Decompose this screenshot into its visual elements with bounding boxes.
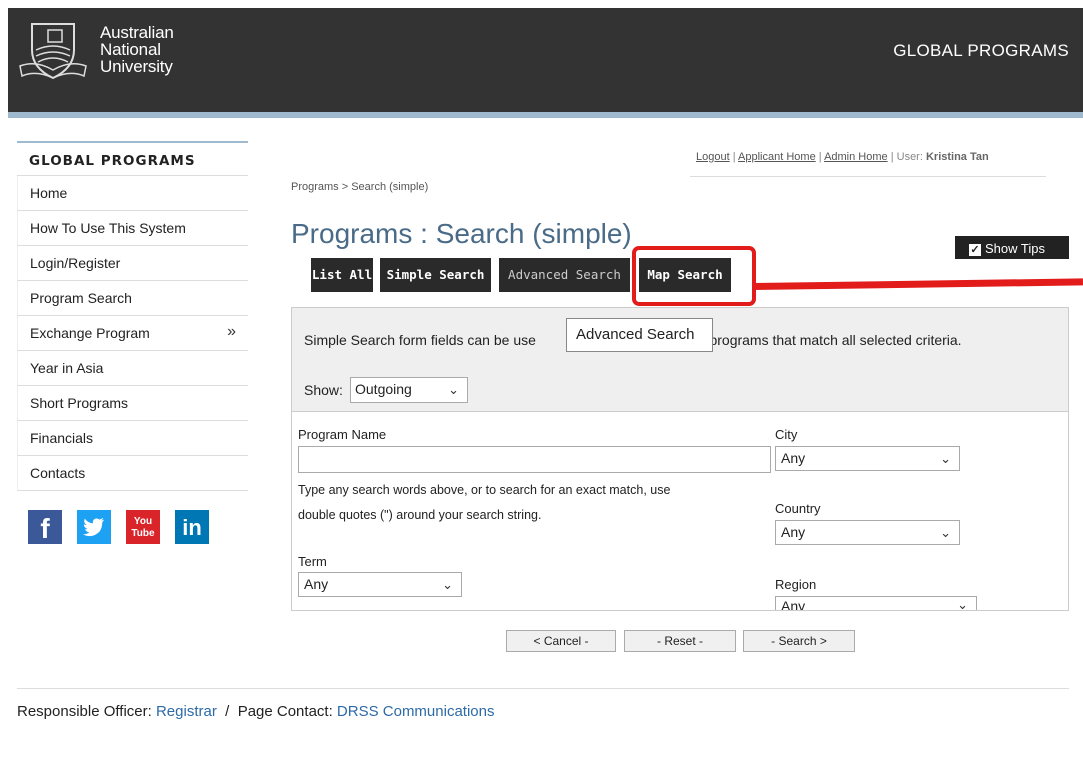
footer: Responsible Officer: Registrar / Page Co…: [17, 703, 495, 720]
breadcrumb: Programs > Search (simple): [291, 181, 429, 193]
cancel-button[interactable]: < Cancel -: [506, 630, 616, 652]
double-chevron-right-icon: »: [227, 323, 236, 340]
chevron-down-icon: ⌄: [957, 597, 968, 610]
sidebar-item-how-to-use[interactable]: How To Use This System: [17, 211, 248, 246]
linkedin-icon[interactable]: in: [175, 510, 209, 544]
social-links: f You Tube in: [28, 510, 224, 544]
country-select[interactable]: Any ⌄: [775, 520, 960, 545]
term-select[interactable]: Any ⌄: [298, 572, 462, 597]
sidebar-item-login-register[interactable]: Login/Register: [17, 246, 248, 281]
search-button[interactable]: - Search >: [743, 630, 855, 652]
program-name-input[interactable]: [298, 446, 771, 473]
page-title: Programs : Search (simple): [291, 218, 632, 249]
chevron-down-icon: ⌄: [442, 577, 453, 592]
tooltip: Advanced Search: [566, 318, 713, 352]
header-stripe: [8, 112, 1083, 118]
sidebar-item-financials[interactable]: Financials: [17, 421, 248, 456]
sidebar-item-short-programs[interactable]: Short Programs: [17, 386, 248, 421]
term-label: Term: [298, 554, 327, 569]
city-label: City: [775, 427, 798, 442]
chevron-down-icon: ⌄: [448, 382, 459, 397]
sidebar-item-program-search[interactable]: Program Search: [17, 281, 248, 316]
tab-list-all[interactable]: List All: [311, 258, 373, 292]
youtube-icon[interactable]: You Tube: [126, 510, 160, 544]
sidebar-title: GLOBAL PROGRAMS: [17, 141, 248, 176]
user-name: Kristina Tan: [925, 151, 989, 163]
sidebar-nav: GLOBAL PROGRAMS Home How To Use This Sys…: [17, 141, 248, 491]
city-select[interactable]: Any ⌄: [775, 446, 960, 471]
sidebar-item-exchange-program[interactable]: Exchange Program»: [17, 316, 248, 351]
region-select[interactable]: Any ⌄: [775, 596, 977, 610]
drss-communications-link[interactable]: DRSS Communications: [337, 703, 495, 720]
footer-divider: [17, 688, 1069, 689]
country-label: Country: [775, 501, 821, 516]
show-select[interactable]: Outgoing ⌄: [350, 377, 468, 403]
account-links: Logout | Applicant Home | Admin Home | U…: [696, 151, 989, 163]
annotation-highlight-box: [632, 246, 756, 306]
site-header: Australian National University GLOBAL PR…: [8, 8, 1083, 112]
chevron-down-icon: ⌄: [940, 451, 951, 466]
tab-advanced-search[interactable]: Advanced Search: [499, 258, 630, 292]
program-name-help: Type any search words above, or to searc…: [298, 483, 671, 522]
logout-link[interactable]: Logout: [696, 151, 730, 163]
user-label: User:: [896, 151, 923, 163]
sidebar-item-contacts[interactable]: Contacts: [17, 456, 248, 491]
sidebar-item-year-in-asia[interactable]: Year in Asia: [17, 351, 248, 386]
divider: [690, 176, 1046, 177]
applicant-home-link[interactable]: Applicant Home: [738, 151, 816, 163]
tab-simple-search[interactable]: Simple Search: [380, 258, 491, 292]
region-label: Region: [775, 577, 817, 592]
show-label: Show:: [304, 382, 343, 398]
registrar-link[interactable]: Registrar: [156, 703, 217, 720]
university-name: Australian National University: [100, 23, 174, 76]
program-name-label: Program Name: [298, 427, 387, 442]
checkbox-checked-icon: ✓: [969, 244, 981, 256]
reset-button[interactable]: - Reset -: [624, 630, 736, 652]
facebook-icon[interactable]: f: [28, 510, 62, 544]
admin-home-link[interactable]: Admin Home: [824, 151, 888, 163]
site-title: GLOBAL PROGRAMS: [893, 41, 1069, 60]
annotation-arrow: [751, 278, 1083, 290]
show-tips-toggle[interactable]: ✓ Show Tips: [955, 236, 1069, 259]
chevron-down-icon: ⌄: [940, 525, 951, 540]
twitter-icon[interactable]: [77, 510, 111, 544]
sidebar-item-home[interactable]: Home: [17, 176, 248, 211]
anu-crest-logo[interactable]: [18, 20, 88, 82]
